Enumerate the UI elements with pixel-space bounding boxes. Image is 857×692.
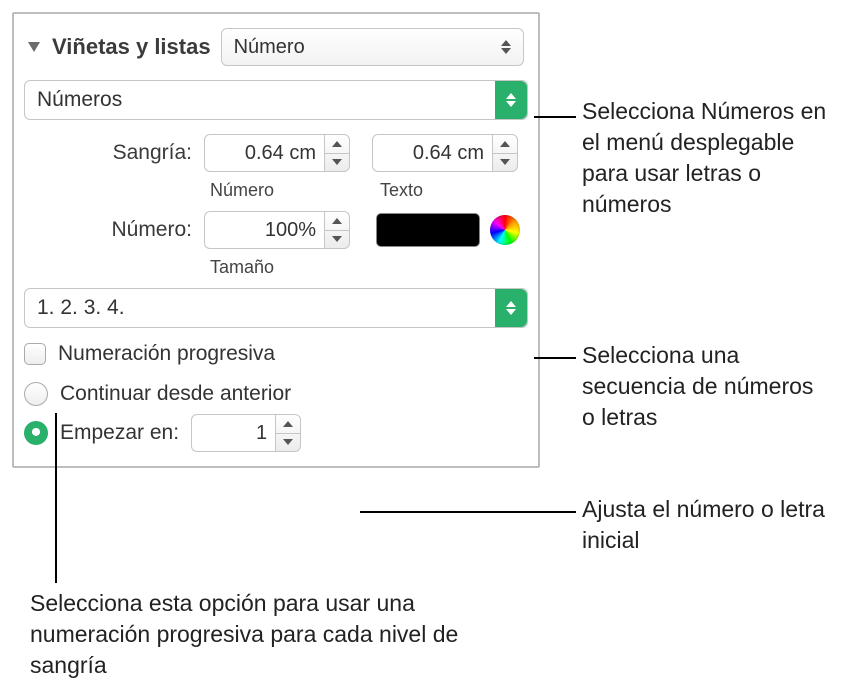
- sequence-select[interactable]: 1. 2. 3. 4.: [24, 288, 528, 328]
- chevron-down-icon: [283, 439, 293, 445]
- disclosure-triangle-icon[interactable]: [28, 42, 40, 52]
- continue-radio[interactable]: [24, 382, 48, 406]
- stepper-buttons[interactable]: [324, 134, 350, 172]
- color-swatch[interactable]: [376, 213, 480, 247]
- chevron-up-icon: [500, 141, 510, 147]
- color-wheel-icon[interactable]: [490, 215, 520, 245]
- stepper-buttons[interactable]: [492, 134, 518, 172]
- callout-line: [534, 357, 576, 359]
- tiered-numbering-label: Numeración progresiva: [58, 342, 275, 366]
- callout-sequence: Selecciona una secuencia de números o le…: [582, 340, 832, 433]
- chevron-down-icon: [500, 159, 510, 165]
- number-caption-row: Tamaño: [24, 253, 528, 278]
- number-size-stepper[interactable]: [204, 211, 350, 249]
- callout-start: Ajusta el número o letra inicial: [582, 494, 832, 556]
- list-type-value: Número: [234, 36, 305, 59]
- indent-row: Sangría:: [24, 134, 528, 172]
- number-format-select[interactable]: Números: [24, 80, 528, 120]
- stepper-buttons[interactable]: [275, 414, 301, 452]
- indent-captions-row: Número Texto: [24, 176, 528, 201]
- start-at-stepper[interactable]: [191, 414, 301, 452]
- callout-line: [55, 413, 57, 583]
- indent-number-caption: Número: [210, 180, 274, 201]
- list-type-dropdown[interactable]: Número: [221, 28, 524, 66]
- start-at-radio[interactable]: [24, 421, 48, 445]
- continue-label: Continuar desde anterior: [60, 382, 291, 406]
- indent-number-input[interactable]: [204, 134, 324, 172]
- number-size-caption: Tamaño: [210, 257, 274, 278]
- sequence-value: 1. 2. 3. 4.: [37, 296, 125, 320]
- chevron-up-icon: [332, 141, 342, 147]
- indent-text-input[interactable]: [372, 134, 492, 172]
- indent-label: Sangría:: [24, 141, 204, 165]
- start-at-row: Empezar en:: [24, 414, 528, 452]
- chevron-up-icon: [332, 218, 342, 224]
- chevron-down-icon: [332, 159, 342, 165]
- panel-header-row: Viñetas y listas Número: [24, 28, 528, 66]
- callout-line: [534, 116, 576, 118]
- number-row: Número:: [24, 211, 528, 249]
- chevron-down-icon: [332, 236, 342, 242]
- tiered-numbering-row: Numeración progresiva: [24, 342, 528, 366]
- callout-line: [360, 511, 576, 513]
- stepper-buttons[interactable]: [324, 211, 350, 249]
- number-size-input[interactable]: [204, 211, 324, 249]
- chevron-up-icon: [283, 421, 293, 427]
- number-label: Número:: [24, 218, 204, 242]
- chevrons-icon: [495, 289, 527, 327]
- indent-text-stepper[interactable]: [372, 134, 518, 172]
- start-at-input[interactable]: [191, 414, 275, 452]
- continue-from-prev-row: Continuar desde anterior: [24, 382, 528, 406]
- start-at-label: Empezar en:: [60, 421, 179, 445]
- chevrons-icon: [495, 81, 527, 119]
- callout-tiered: Selecciona esta opción para usar una num…: [30, 588, 470, 681]
- bullets-and-lists-panel: Viñetas y listas Número Números Sangría:: [12, 12, 540, 468]
- callout-format: Selecciona Números en el menú desplegabl…: [582, 96, 842, 220]
- indent-number-stepper[interactable]: [204, 134, 350, 172]
- chevrons-icon: [501, 40, 511, 54]
- tiered-numbering-checkbox[interactable]: [24, 343, 46, 365]
- panel-title: Viñetas y listas: [52, 34, 211, 60]
- indent-text-caption: Texto: [380, 180, 423, 201]
- number-format-value: Números: [37, 88, 122, 112]
